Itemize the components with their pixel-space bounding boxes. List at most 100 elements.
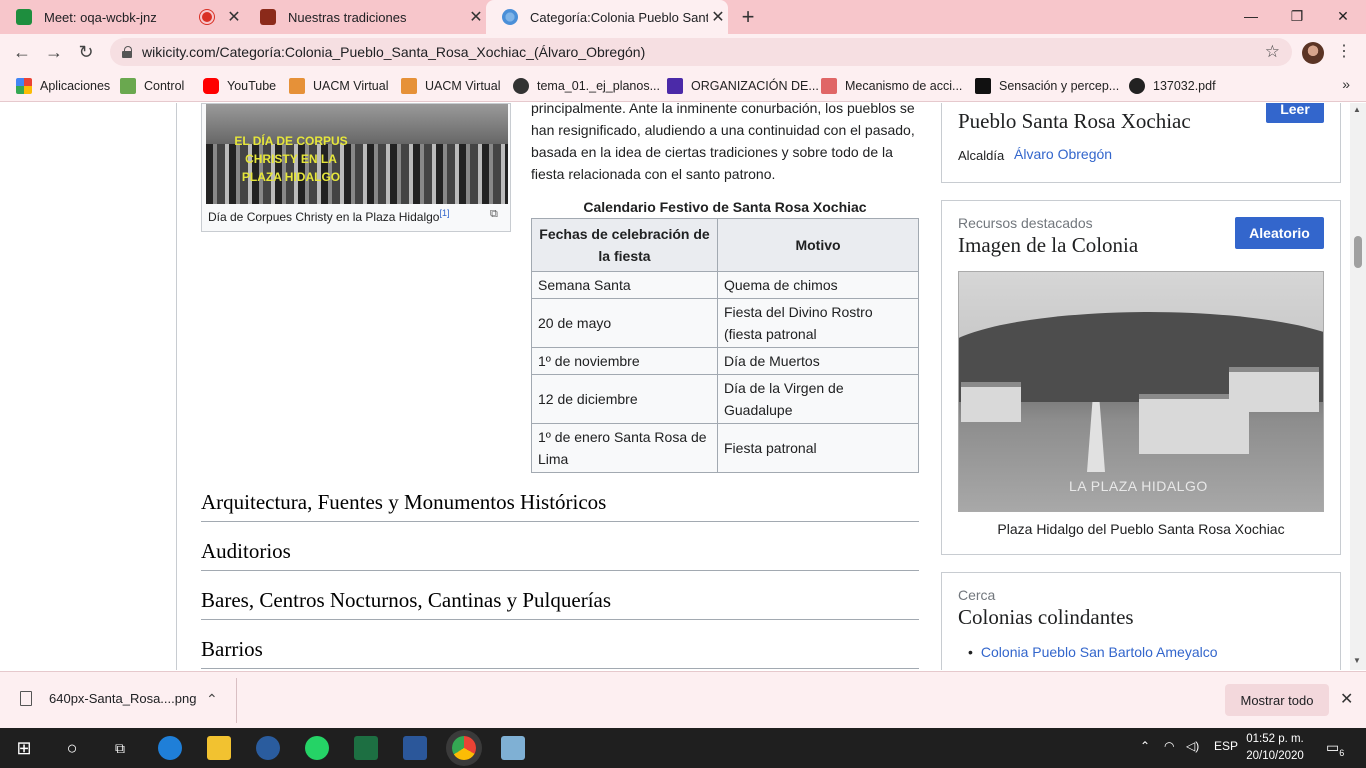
tab-categoria[interactable]: Categoría:Colonia Pueblo Santa R ✕: [486, 0, 728, 34]
section-heading[interactable]: Bares, Centros Nocturnos, Cantinas y Pul…: [201, 588, 919, 620]
chevron-up-icon[interactable]: ⌃: [1140, 739, 1150, 753]
url-text: wikicity.com/Categoría:Colonia_Pueblo_Sa…: [142, 44, 646, 60]
close-window-button[interactable]: ✕: [1320, 0, 1366, 32]
avatar[interactable]: [1302, 42, 1324, 64]
word-icon[interactable]: [403, 736, 427, 760]
vertical-scrollbar[interactable]: ▲ ▼: [1350, 103, 1366, 670]
network-icon[interactable]: ◠: [1164, 739, 1174, 753]
bookmark-label: Sensación y percep...: [999, 79, 1120, 93]
download-shelf: 640px-Santa_Rosa....png ⌃ Mostrar todo ✕: [0, 671, 1366, 728]
bookmark-item[interactable]: UACM Virtual: [401, 76, 500, 96]
bookmark-item[interactable]: 137032.pdf: [1129, 76, 1216, 96]
task-view-icon[interactable]: ⧉: [108, 736, 132, 760]
restore-button[interactable]: ❐: [1274, 0, 1320, 32]
address-bar[interactable]: wikicity.com/Categoría:Colonia_Pueblo_Sa…: [110, 38, 1292, 66]
tab-strip: Meet: oqa-wcbk-jnz ✕ Nuestras tradicione…: [0, 0, 1366, 34]
column-header: Fechas de celebración de la fiesta: [531, 218, 718, 272]
corpus-christi-photo[interactable]: EL DÍA DE CORPUS CHRISTY EN LA PLAZA HID…: [206, 104, 508, 204]
photo-overlay-text: EL DÍA DE CORPUS CHRISTY EN LA PLAZA HID…: [234, 134, 348, 184]
table-row: 1º de noviembre Día de Muertos: [531, 347, 919, 375]
app-icon[interactable]: [501, 736, 525, 760]
section-heading[interactable]: Auditorios: [201, 539, 919, 571]
table-cell: 1º de noviembre: [531, 347, 718, 375]
bookmark-item[interactable]: Mecanismo de acci...: [821, 76, 962, 96]
clock-date: 20/10/2020: [1246, 750, 1304, 762]
expand-icon[interactable]: ⧉: [490, 208, 498, 221]
bookmark-item[interactable]: tema_01._ej_planos...: [513, 76, 660, 96]
chevron-up-icon[interactable]: ⌃: [206, 691, 218, 708]
minimize-button[interactable]: —: [1228, 0, 1274, 32]
windows-taskbar: ⊞ ○ ⧉ ⌃ ◠ ◁) ESP 01:52 p. m. 20/10/2020 …: [0, 728, 1366, 768]
notifications-icon[interactable]: ▭6: [1326, 739, 1344, 758]
excel-icon[interactable]: [354, 736, 378, 760]
menu-icon[interactable]: ⋮: [1336, 41, 1352, 61]
bookmark-item[interactable]: ORGANIZACIÓN DE...: [667, 76, 819, 96]
neighbor-link[interactable]: Colonia Pueblo San Bartolo Ameyalco: [981, 644, 1218, 660]
figure-caption: Día de Corpues Christy en la Plaza Hidal…: [208, 208, 498, 224]
table-cell: Fiesta patronal: [717, 423, 919, 473]
forward-button[interactable]: →: [40, 38, 68, 66]
download-item[interactable]: 640px-Santa_Rosa....png: [20, 691, 196, 706]
table-row: Semana Santa Quema de chimos: [531, 271, 919, 299]
browser-toolbar: ← → ↻ wikicity.com/Categoría:Colonia_Pue…: [0, 34, 1366, 70]
bookmark-item[interactable]: YouTube: [203, 76, 276, 96]
bookmark-item[interactable]: UACM Virtual: [289, 76, 388, 96]
card-title: Colonias colindantes: [958, 605, 1134, 629]
bookmark-label: UACM Virtual: [313, 79, 389, 93]
bookmark-label: UACM Virtual: [425, 79, 501, 93]
wordpress-icon: [513, 78, 529, 94]
clock-app-icon[interactable]: [256, 736, 280, 760]
system-clock[interactable]: 01:52 p. m. 20/10/2020: [1240, 731, 1310, 765]
card-title: Imagen de la Colonia: [958, 233, 1139, 257]
table-cell: Fiesta del Divino Rostro (fiesta patrona…: [717, 298, 919, 348]
whatsapp-icon[interactable]: [305, 736, 329, 760]
photo-house: [1229, 367, 1319, 412]
bookmark-label: Control: [144, 79, 185, 93]
reference-link[interactable]: [1]: [439, 208, 449, 218]
scrollbar-thumb[interactable]: [1354, 236, 1362, 268]
image-caption: Plaza Hidalgo del Pueblo Santa Rosa Xoch…: [997, 521, 1285, 537]
language-indicator[interactable]: ESP: [1214, 739, 1238, 753]
festival-table: Fechas de celebración de la fiesta Motiv…: [531, 218, 919, 473]
page-viewport: EL DÍA DE CORPUS CHRISTY EN LA PLAZA HID…: [0, 103, 1366, 670]
control-icon: [120, 78, 136, 94]
search-icon[interactable]: ○: [60, 736, 84, 760]
more-bookmarks-icon[interactable]: »: [1342, 76, 1350, 92]
scroll-up-icon[interactable]: ▲: [1353, 105, 1361, 114]
new-tab-button[interactable]: +: [738, 4, 758, 30]
close-tab-icon[interactable]: ✕: [224, 7, 244, 27]
bookmark-item[interactable]: Control: [120, 76, 184, 96]
reload-button[interactable]: ↻: [72, 38, 100, 66]
table-caption: Calendario Festivo de Santa Rosa Xochiac: [583, 199, 867, 215]
edge-icon[interactable]: [158, 736, 182, 760]
random-button[interactable]: Aleatorio: [1235, 217, 1324, 249]
alcaldia-link[interactable]: Álvaro Obregón: [1014, 146, 1112, 162]
windows-start-icon[interactable]: ⊞: [12, 736, 36, 760]
plaza-hidalgo-photo[interactable]: LA PLAZA HIDALGO: [958, 271, 1324, 512]
bookmark-label: YouTube: [227, 79, 277, 93]
apps-grid-icon: [16, 78, 32, 94]
bullet-icon: •: [968, 644, 973, 660]
section-heading[interactable]: Barrios: [201, 637, 919, 669]
bookmark-star-icon[interactable]: ☆: [1265, 42, 1280, 62]
featured-image-card: Recursos destacados Imagen de la Colonia…: [941, 200, 1341, 555]
clock-time: 01:52 p. m.: [1246, 733, 1304, 745]
bookmark-item[interactable]: Sensación y percep...: [975, 76, 1119, 96]
close-tab-icon[interactable]: ✕: [708, 7, 728, 27]
read-button[interactable]: Leer: [1266, 103, 1324, 123]
colonia-info-card: Leer Pueblo Santa Rosa Xochiac Alcaldía …: [941, 103, 1341, 183]
section-heading[interactable]: Arquitectura, Fuentes y Monumentos Histó…: [201, 490, 919, 522]
chrome-icon[interactable]: [452, 736, 476, 760]
show-all-button[interactable]: Mostrar todo: [1225, 684, 1329, 716]
close-icon[interactable]: ✕: [1340, 689, 1353, 709]
volume-icon[interactable]: ◁): [1186, 739, 1199, 753]
scroll-down-icon[interactable]: ▼: [1353, 656, 1361, 665]
tab-tradiciones[interactable]: Nuestras tradiciones ✕: [244, 0, 486, 34]
file-explorer-icon[interactable]: [207, 736, 231, 760]
file-icon: [20, 691, 32, 706]
back-button[interactable]: ←: [8, 38, 36, 66]
uacm-icon: [401, 78, 417, 94]
tab-meet[interactable]: Meet: oqa-wcbk-jnz ✕: [0, 0, 244, 34]
close-tab-icon[interactable]: ✕: [466, 7, 486, 27]
bookmark-item[interactable]: Aplicaciones: [16, 76, 110, 96]
